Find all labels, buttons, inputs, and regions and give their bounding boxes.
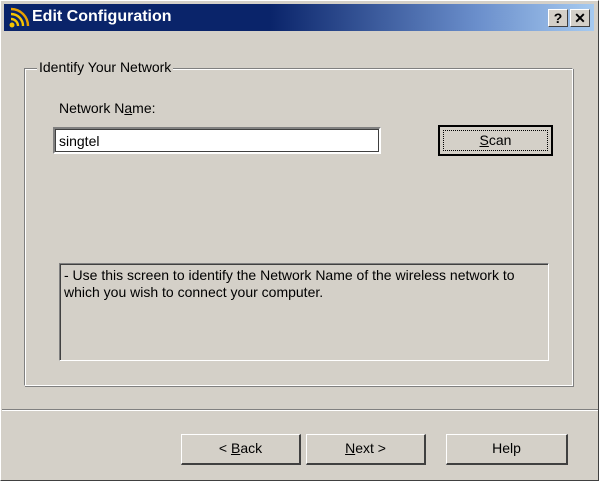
scan-button-focus: Scan	[443, 130, 548, 151]
network-name-label: Network Name:	[59, 100, 156, 116]
scan-button[interactable]: Scan	[438, 125, 553, 156]
wireless-signal-icon	[9, 7, 30, 28]
network-name-input[interactable]	[53, 127, 381, 154]
help-button[interactable]: Help	[446, 434, 568, 465]
window-title: Edit Configuration	[32, 8, 172, 25]
close-button[interactable]: ✕	[570, 9, 590, 27]
group-legend: Identify Your Network	[37, 57, 174, 77]
next-button[interactable]: Next >	[306, 434, 426, 465]
info-text: - Use this screen to identify the Networ…	[64, 267, 515, 300]
edit-configuration-dialog: Edit Configuration ? ✕ Identify Your Net…	[0, 0, 599, 481]
info-text-box: - Use this screen to identify the Networ…	[59, 263, 549, 361]
back-button[interactable]: < Back	[181, 434, 301, 465]
separator	[2, 409, 598, 411]
title-bar[interactable]: Edit Configuration ? ✕	[4, 4, 594, 31]
help-caption-button[interactable]: ?	[548, 9, 568, 27]
